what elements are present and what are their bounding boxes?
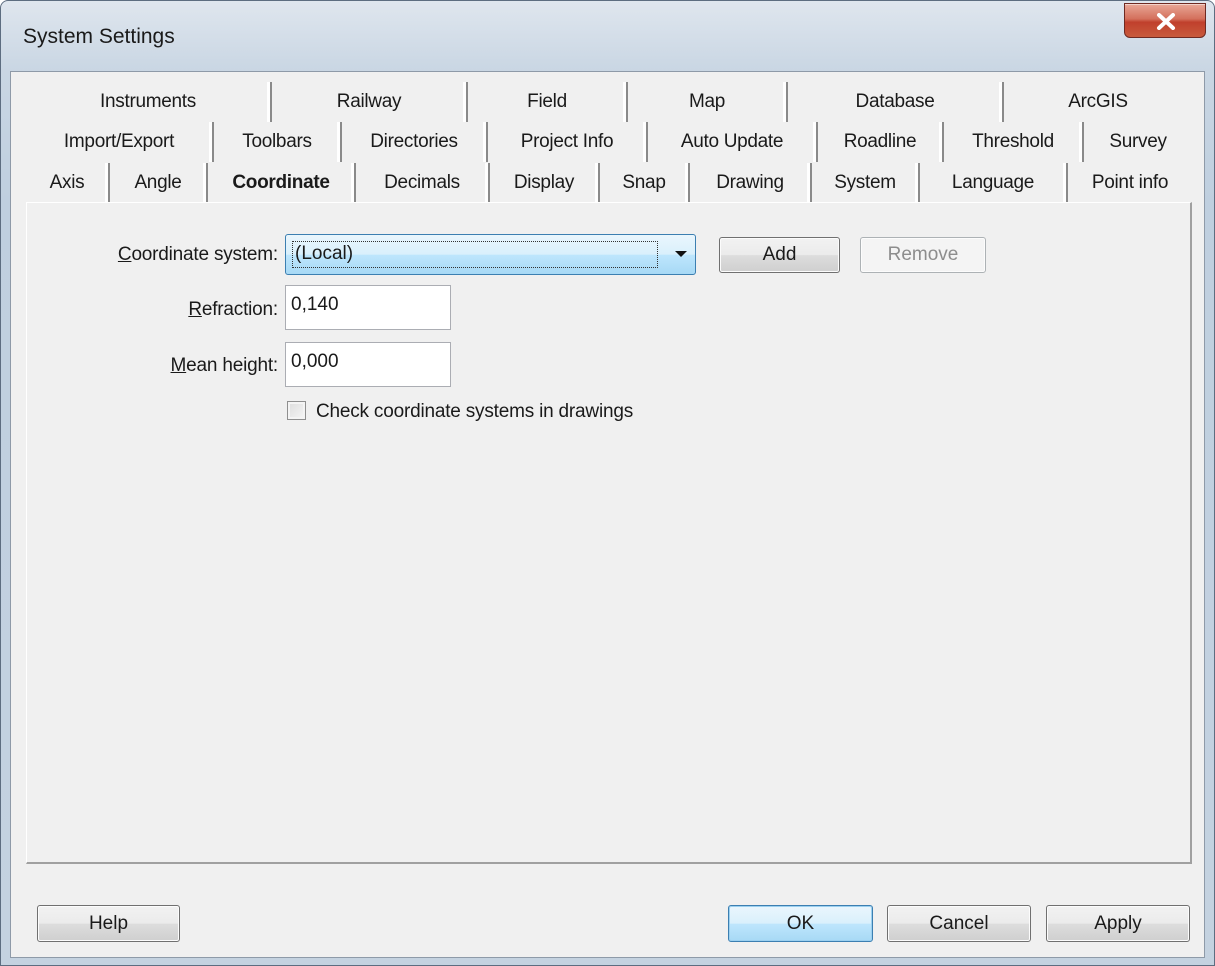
check-coordinate-systems-label[interactable]: Check coordinate systems in drawings [316,401,633,423]
ok-button[interactable]: OK [728,905,873,942]
tab-system[interactable]: System [812,163,920,203]
tab-auto-update[interactable]: Auto Update [648,122,818,162]
tab-roadline[interactable]: Roadline [818,122,944,162]
tab-import-export[interactable]: Import/Export [26,122,214,162]
refraction-label: Refraction: [188,299,278,320]
window-title: System Settings [23,25,175,48]
help-button[interactable]: Help [37,905,180,942]
refraction-field[interactable]: 0,140 [285,285,451,330]
tab-toolbars[interactable]: Toolbars [214,122,342,162]
title-bar[interactable]: System Settings [1,1,1214,71]
tab-angle[interactable]: Angle [110,163,208,203]
mean-height-label: Mean height: [170,355,279,376]
tab-language[interactable]: Language [920,163,1068,203]
close-button[interactable] [1124,3,1206,38]
tab-snap[interactable]: Snap [600,163,690,203]
apply-button[interactable]: Apply [1046,905,1190,942]
tab-axis[interactable]: Axis [26,163,110,203]
coordinate-system-label: Coordinate system: [117,244,278,265]
tab-row-3: Axis Angle Coordinate Decimals Display S… [26,163,1192,203]
close-icon [1157,13,1175,30]
tab-field[interactable]: Field [468,82,628,122]
coordinate-system-dropdown[interactable]: (Local) [285,234,696,275]
remove-button[interactable]: Remove [860,237,986,273]
tab-directories[interactable]: Directories [342,122,488,162]
tab-instruments[interactable]: Instruments [26,82,272,122]
tab-decimals[interactable]: Decimals [356,163,490,203]
tab-database[interactable]: Database [788,82,1004,122]
tab-survey[interactable]: Survey [1084,122,1192,162]
tab-point-info[interactable]: Point info [1068,163,1192,203]
tab-project-info[interactable]: Project Info [488,122,648,162]
tab-threshold[interactable]: Threshold [944,122,1084,162]
tab-drawing[interactable]: Drawing [690,163,812,203]
check-coordinate-systems-checkbox[interactable] [287,401,306,420]
add-button[interactable]: Add [719,237,840,273]
chevron-down-icon [675,251,687,257]
mean-height-field[interactable]: 0,000 [285,342,451,387]
tab-coordinate[interactable]: Coordinate [208,163,356,203]
tab-display[interactable]: Display [490,163,600,203]
tab-railway[interactable]: Railway [272,82,468,122]
cancel-button[interactable]: Cancel [887,905,1031,942]
tab-row-2: Import/Export Toolbars Directories Proje… [26,122,1192,162]
tab-row-1: Instruments Railway Field Map Database A… [26,82,1192,122]
coordinate-system-value: (Local) [292,241,658,268]
tab-map[interactable]: Map [628,82,788,122]
tab-arcgis[interactable]: ArcGIS [1004,82,1192,122]
